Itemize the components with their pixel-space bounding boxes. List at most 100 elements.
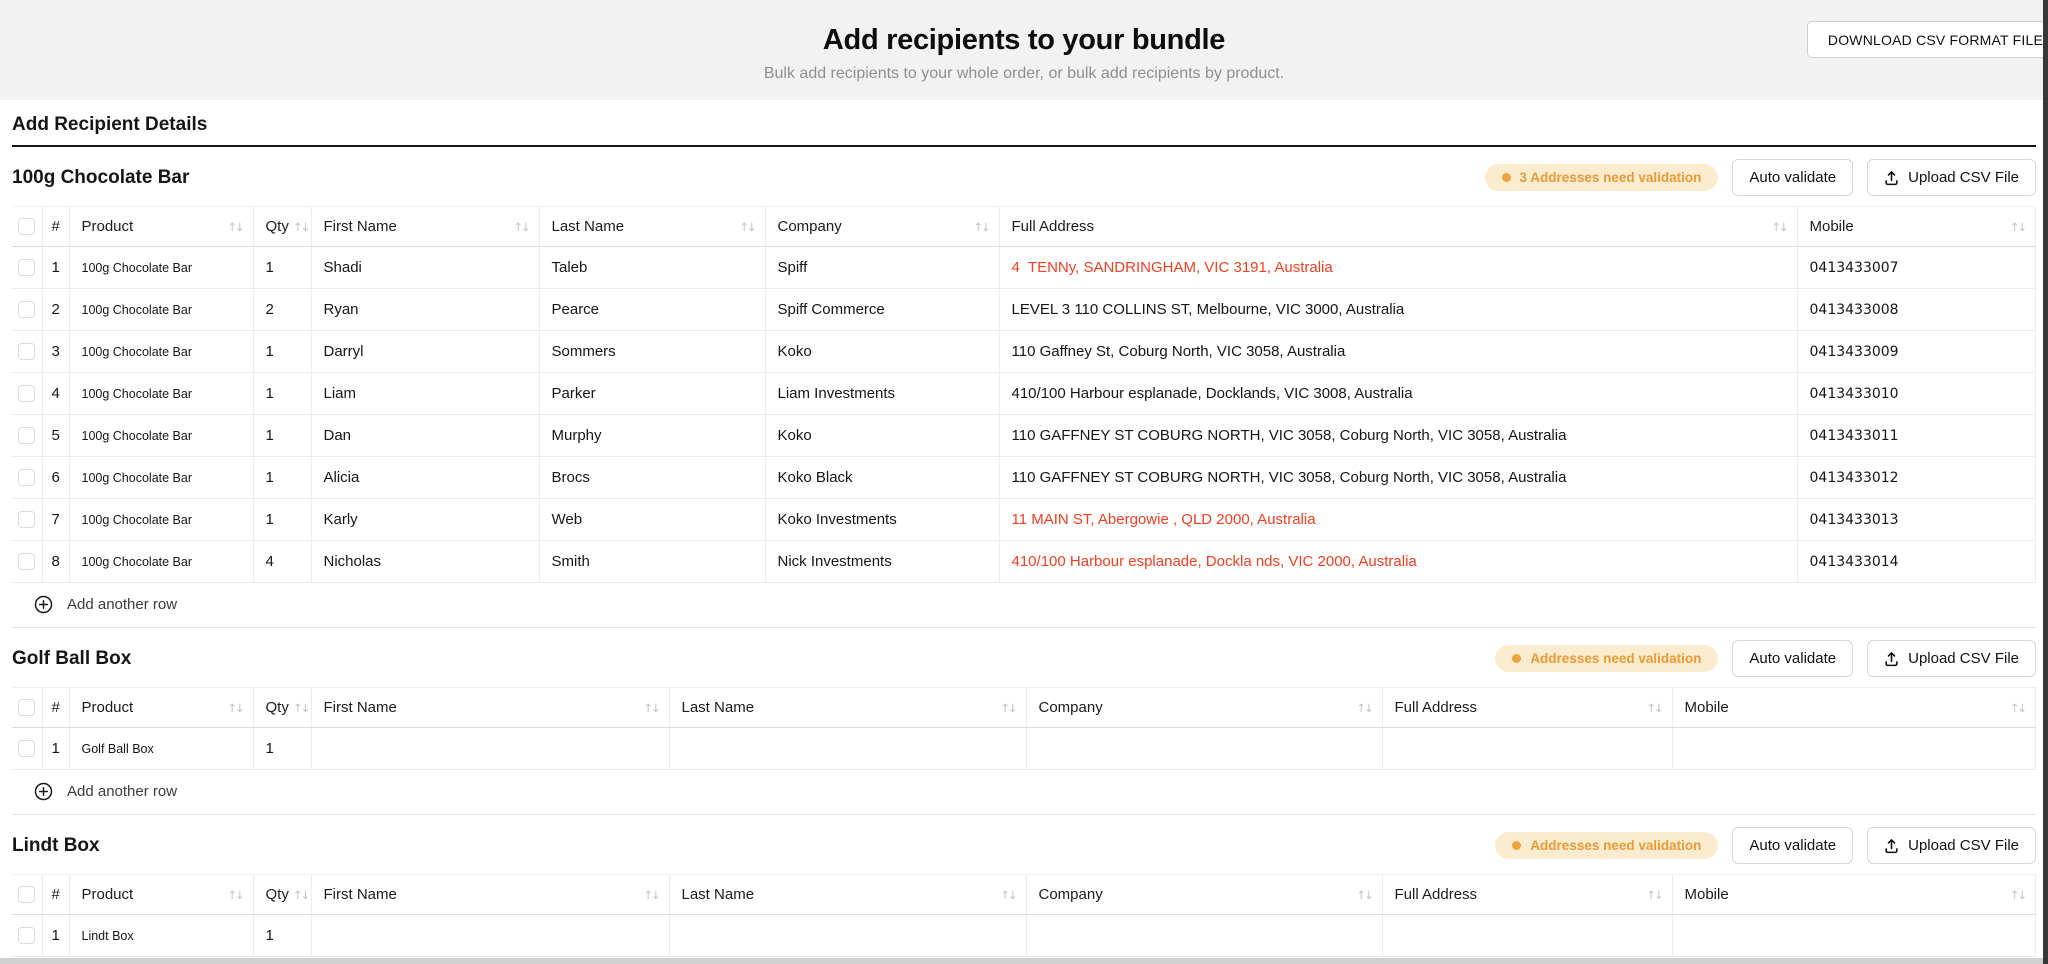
row-checkbox[interactable] [18, 259, 35, 276]
cell-company[interactable] [1026, 915, 1382, 957]
cell-company[interactable]: Koko Investments [765, 499, 999, 541]
cell-first[interactable]: Shadi [311, 247, 539, 289]
column-header-qty[interactable]: Qty↑↓ [253, 688, 311, 728]
horizontal-scrollbar[interactable] [0, 958, 2048, 964]
cell-first[interactable] [311, 728, 669, 770]
cell-address[interactable] [1382, 728, 1672, 770]
add-another-row-button[interactable]: Add another row [12, 583, 187, 627]
cell-last[interactable]: Parker [539, 373, 765, 415]
cell-last[interactable]: Sommers [539, 331, 765, 373]
cell-mobile[interactable]: 0413433007 [1797, 247, 2036, 289]
row-checkbox[interactable] [18, 469, 35, 486]
column-header-last[interactable]: Last Name↑↓ [539, 207, 765, 247]
cell-address[interactable]: 410/100 Harbour esplanade, Docklands, VI… [999, 373, 1797, 415]
cell-first[interactable]: Nicholas [311, 541, 539, 583]
column-header-first[interactable]: First Name↑↓ [311, 207, 539, 247]
sort-icon[interactable]: ↑↓ [739, 220, 754, 234]
cell-address[interactable]: 110 Gaffney St, Coburg North, VIC 3058, … [999, 331, 1797, 373]
cell-product[interactable]: 100g Chocolate Bar [69, 331, 253, 373]
cell-product[interactable]: 100g Chocolate Bar [69, 499, 253, 541]
cell-company[interactable]: Koko Black [765, 457, 999, 499]
column-header-qty[interactable]: Qty↑↓ [253, 207, 311, 247]
cell-qty[interactable]: 4 [253, 541, 311, 583]
sort-icon[interactable]: ↑↓ [513, 220, 528, 234]
sort-icon[interactable]: ↑↓ [1771, 220, 1786, 234]
cell-qty[interactable]: 1 [253, 728, 311, 770]
cell-product[interactable]: 100g Chocolate Bar [69, 457, 253, 499]
cell-qty[interactable]: 2 [253, 289, 311, 331]
cell-first[interactable]: Alicia [311, 457, 539, 499]
auto-validate-button[interactable]: Auto validate [1732, 827, 1853, 864]
sort-icon[interactable]: ↑↓ [643, 701, 658, 715]
cell-first[interactable]: Darryl [311, 331, 539, 373]
cell-product[interactable]: 100g Chocolate Bar [69, 247, 253, 289]
sort-icon[interactable]: ↑↓ [1000, 701, 1015, 715]
cell-last[interactable]: Web [539, 499, 765, 541]
cell-qty[interactable]: 1 [253, 373, 311, 415]
row-checkbox[interactable] [18, 740, 35, 757]
cell-company[interactable]: Nick Investments [765, 541, 999, 583]
sort-icon[interactable]: ↑↓ [2010, 220, 2025, 234]
cell-company[interactable]: Liam Investments [765, 373, 999, 415]
sort-icon[interactable]: ↑↓ [1646, 888, 1661, 902]
upload-csv-button[interactable]: Upload CSV File [1867, 159, 2036, 196]
column-header-qty[interactable]: Qty↑↓ [253, 875, 311, 915]
cell-qty[interactable]: 1 [253, 915, 311, 957]
column-header-mobile[interactable]: Mobile↑↓ [1672, 875, 2036, 915]
cell-last[interactable]: Pearce [539, 289, 765, 331]
column-header-company[interactable]: Company↑↓ [765, 207, 999, 247]
column-header-last[interactable]: Last Name↑↓ [669, 688, 1026, 728]
cell-last[interactable]: Murphy [539, 415, 765, 457]
cell-company[interactable]: Koko [765, 331, 999, 373]
sort-icon[interactable]: ↑↓ [293, 888, 308, 902]
sort-icon[interactable]: ↑↓ [973, 220, 988, 234]
column-header-product[interactable]: Product↑↓ [69, 875, 253, 915]
cell-product[interactable]: 100g Chocolate Bar [69, 373, 253, 415]
sort-icon[interactable]: ↑↓ [2010, 701, 2025, 715]
cell-first[interactable]: Liam [311, 373, 539, 415]
cell-company[interactable]: Koko [765, 415, 999, 457]
sort-icon[interactable]: ↑↓ [293, 220, 308, 234]
row-checkbox[interactable] [18, 385, 35, 402]
sort-icon[interactable]: ↑↓ [227, 888, 242, 902]
cell-mobile[interactable]: 0413433012 [1797, 457, 2036, 499]
select-all-checkbox[interactable] [18, 699, 35, 716]
cell-address[interactable]: LEVEL 3 110 COLLINS ST, Melbourne, VIC 3… [999, 289, 1797, 331]
sort-icon[interactable]: ↑↓ [1646, 701, 1661, 715]
auto-validate-button[interactable]: Auto validate [1732, 159, 1853, 196]
cell-qty[interactable]: 1 [253, 457, 311, 499]
cell-address[interactable] [1382, 915, 1672, 957]
cell-qty[interactable]: 1 [253, 331, 311, 373]
cell-last[interactable] [669, 915, 1026, 957]
cell-last[interactable]: Taleb [539, 247, 765, 289]
sort-icon[interactable]: ↑↓ [1356, 701, 1371, 715]
cell-first[interactable]: Dan [311, 415, 539, 457]
cell-mobile[interactable] [1672, 915, 2036, 957]
upload-csv-button[interactable]: Upload CSV File [1867, 640, 2036, 677]
upload-csv-button[interactable]: Upload CSV File [1867, 827, 2036, 864]
column-header-product[interactable]: Product↑↓ [69, 688, 253, 728]
cell-mobile[interactable]: 0413433014 [1797, 541, 2036, 583]
sort-icon[interactable]: ↑↓ [227, 701, 242, 715]
sort-icon[interactable]: ↑↓ [1356, 888, 1371, 902]
row-checkbox[interactable] [18, 927, 35, 944]
add-another-row-button[interactable]: Add another row [12, 770, 187, 814]
cell-mobile[interactable]: 0413433010 [1797, 373, 2036, 415]
cell-address[interactable]: 110 GAFFNEY ST COBURG NORTH, VIC 3058, C… [999, 415, 1797, 457]
column-header-product[interactable]: Product↑↓ [69, 207, 253, 247]
cell-qty[interactable]: 1 [253, 415, 311, 457]
cell-last[interactable]: Smith [539, 541, 765, 583]
cell-address[interactable]: 4 TENNy, SANDRINGHAM, VIC 3191, Australi… [999, 247, 1797, 289]
cell-qty[interactable]: 1 [253, 499, 311, 541]
column-header-first[interactable]: First Name↑↓ [311, 688, 669, 728]
column-header-mobile[interactable]: Mobile↑↓ [1797, 207, 2036, 247]
auto-validate-button[interactable]: Auto validate [1732, 640, 1853, 677]
cell-address[interactable]: 410/100 Harbour esplanade, Dockla nds, V… [999, 541, 1797, 583]
column-header-address[interactable]: Full Address↑↓ [999, 207, 1797, 247]
row-checkbox[interactable] [18, 301, 35, 318]
cell-mobile[interactable]: 0413433008 [1797, 289, 2036, 331]
cell-company[interactable]: Spiff Commerce [765, 289, 999, 331]
cell-product[interactable]: Golf Ball Box [69, 728, 253, 770]
row-checkbox[interactable] [18, 343, 35, 360]
sort-icon[interactable]: ↑↓ [2010, 888, 2025, 902]
